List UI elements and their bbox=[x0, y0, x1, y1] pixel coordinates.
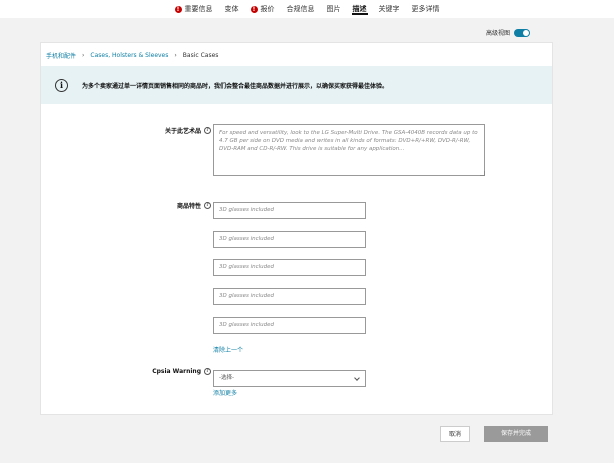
tab-images[interactable]: 图片 bbox=[321, 0, 347, 18]
feature-input[interactable]: 3D glasses included bbox=[213, 231, 366, 248]
advanced-view-toggle[interactable] bbox=[514, 28, 530, 37]
feature-input[interactable]: 3D glasses included bbox=[213, 259, 366, 276]
chevron-right-icon: › bbox=[174, 52, 177, 59]
advanced-view-label: 高级视图 bbox=[485, 30, 510, 37]
cpsia-select[interactable]: -选择- bbox=[213, 370, 366, 387]
cancel-button[interactable]: 取消 bbox=[440, 426, 470, 442]
error-icon: ! bbox=[174, 5, 182, 13]
breadcrumb: 手机和配件 › Cases, Holsters & Sleeves › Basi… bbox=[46, 51, 218, 60]
features-field-label: 商品特性? bbox=[131, 201, 211, 210]
help-icon[interactable]: ? bbox=[204, 127, 211, 134]
chevron-right-icon: › bbox=[82, 52, 85, 59]
feature-input[interactable]: 3D glasses included bbox=[213, 202, 366, 219]
tab-offer[interactable]: ! 报价 bbox=[245, 0, 281, 18]
about-textarea[interactable]: For speed and versatility, look to the L… bbox=[213, 124, 485, 176]
tab-more-details[interactable]: 更多详情 bbox=[406, 0, 446, 18]
tab-compliance[interactable]: 合规信息 bbox=[281, 0, 321, 18]
error-icon: ! bbox=[250, 5, 258, 13]
about-field-label: 关于此艺术品? bbox=[131, 126, 211, 135]
help-icon[interactable]: ? bbox=[204, 202, 211, 209]
form-card: 手机和配件 › Cases, Holsters & Sleeves › Basi… bbox=[40, 42, 553, 415]
tab-bar: ! 重要信息 变体 ! 报价 合规信息 图片 描述 关键字 更多详情 bbox=[0, 0, 614, 18]
tab-variations[interactable]: 变体 bbox=[219, 0, 245, 18]
save-and-finish-button[interactable]: 保存并完成 bbox=[484, 426, 548, 442]
info-message: 为多个卖家通过单一详情页面销售相同的商品时，我们会整合最佳商品数据并进行展示，以… bbox=[82, 82, 389, 90]
feature-input[interactable]: 3D glasses included bbox=[213, 288, 366, 305]
advanced-view-toggle-row: 高级视图 bbox=[486, 28, 530, 37]
breadcrumb-current: Basic Cases bbox=[182, 52, 219, 59]
help-icon[interactable]: ? bbox=[204, 368, 211, 375]
feature-input[interactable]: 3D glasses included bbox=[213, 317, 366, 334]
breadcrumb-item[interactable]: Cases, Holsters & Sleeves bbox=[90, 52, 168, 59]
info-icon: i bbox=[55, 78, 68, 92]
resize-grip-icon[interactable] bbox=[480, 171, 485, 176]
tab-description[interactable]: 描述 bbox=[347, 0, 373, 18]
tab-vital-info[interactable]: ! 重要信息 bbox=[169, 0, 219, 18]
info-banner: i 为多个卖家通过单一详情页面销售相同的商品时，我们会整合最佳商品数据并进行展示… bbox=[41, 66, 552, 104]
remove-last-link[interactable]: 清除上一个 bbox=[213, 345, 243, 354]
breadcrumb-item[interactable]: 手机和配件 bbox=[46, 51, 76, 60]
tab-keywords[interactable]: 关键字 bbox=[373, 0, 406, 18]
cpsia-field-label: Cpsia Warning? bbox=[131, 368, 211, 375]
chevron-down-icon bbox=[354, 375, 360, 381]
add-more-link[interactable]: 添加更多 bbox=[213, 388, 237, 397]
